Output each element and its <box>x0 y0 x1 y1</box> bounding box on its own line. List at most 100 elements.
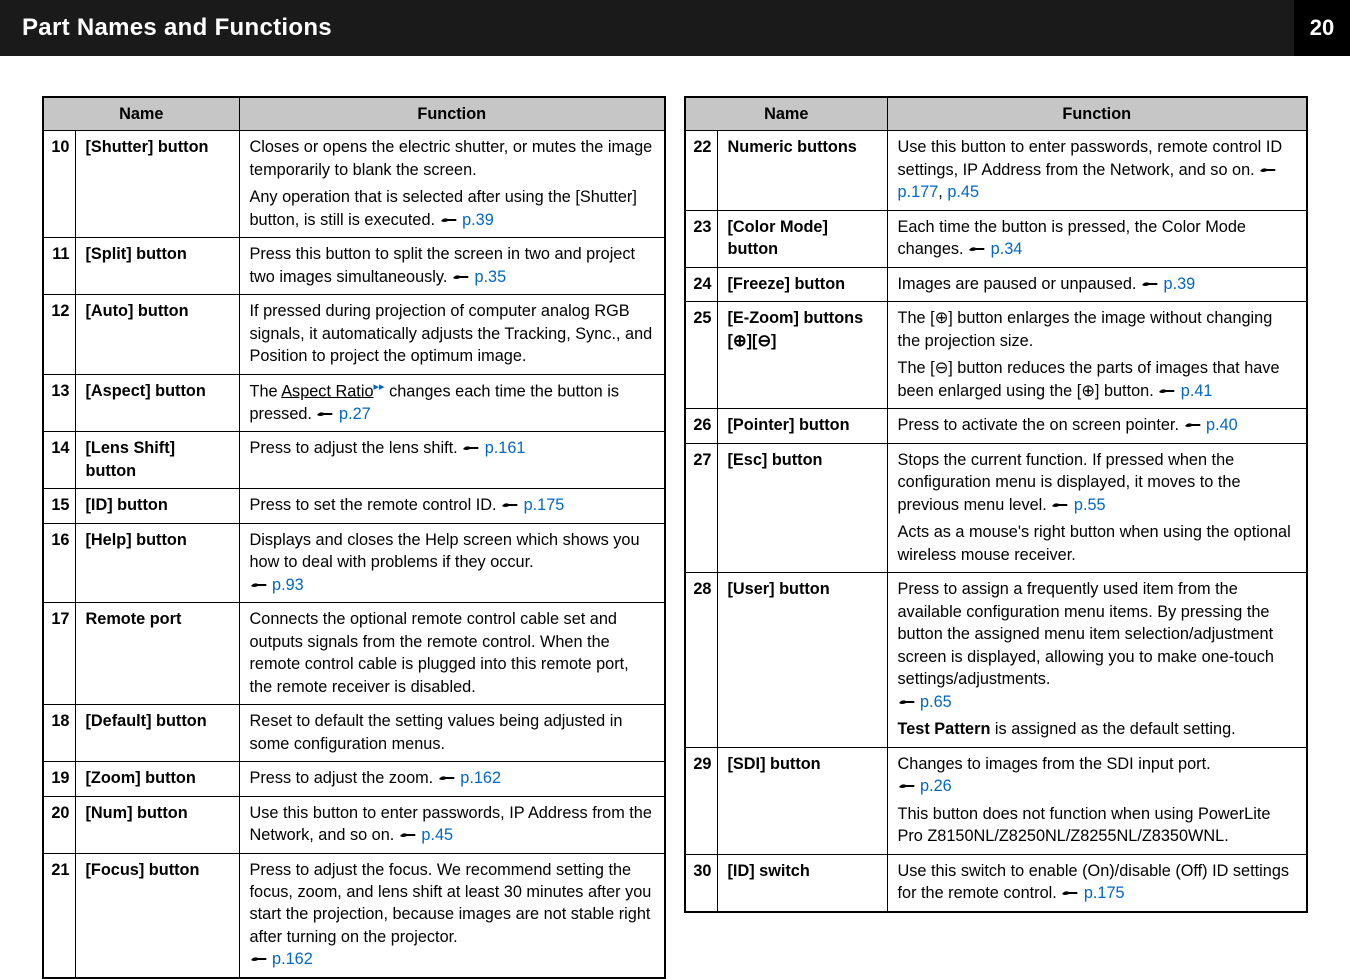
page-ref-link[interactable]: p.34 <box>991 240 1023 258</box>
part-function: The Aspect Ratio▸▸ changes each time the… <box>239 374 665 431</box>
part-name: [Color Mode] button <box>717 210 887 267</box>
part-function: Use this button to enter passwords, remo… <box>887 131 1307 210</box>
function-text: Use this button to enter passwords, remo… <box>898 136 1297 203</box>
page-ref-link[interactable]: p.45 <box>421 826 453 844</box>
part-function: Stops the current function. If pressed w… <box>887 443 1307 572</box>
part-function: Press to set the remote control ID. p.17… <box>239 489 665 523</box>
page-ref-link[interactable]: p.162 <box>460 769 501 787</box>
page-ref-link[interactable]: p.161 <box>485 439 526 457</box>
part-name: [Pointer] button <box>717 409 887 443</box>
table-row: 18[Default] buttonReset to default the s… <box>43 705 665 762</box>
page-ref-link[interactable]: p.175 <box>524 496 565 514</box>
table-row: 16[Help] buttonDisplays and closes the H… <box>43 523 665 602</box>
row-number: 27 <box>685 443 717 572</box>
part-name: [Zoom] button <box>75 762 239 796</box>
page-ref-link[interactable]: p.175 <box>1084 884 1125 902</box>
row-number: 12 <box>43 295 75 374</box>
row-number: 24 <box>685 267 717 301</box>
page-ref-link[interactable]: p.45 <box>947 183 979 201</box>
row-number: 28 <box>685 573 717 747</box>
function-text: The [⊖] button reduces the parts of imag… <box>898 357 1297 402</box>
function-text: Press to adjust the focus. We recommend … <box>250 859 655 971</box>
function-text: Displays and closes the Help screen whic… <box>250 529 655 596</box>
table-row: 10[Shutter] buttonCloses or opens the el… <box>43 131 665 238</box>
row-number: 20 <box>43 796 75 853</box>
right-column: Name Function 22Numeric buttonsUse this … <box>684 96 1308 979</box>
page-ref-link[interactable]: p.41 <box>1181 382 1213 400</box>
function-text: Any operation that is selected after usi… <box>250 186 655 231</box>
table-row: 27[Esc] buttonStops the current function… <box>685 443 1307 572</box>
row-number: 22 <box>685 131 717 210</box>
part-function: Changes to images from the SDI input por… <box>887 747 1307 854</box>
table-row: 13[Aspect] buttonThe Aspect Ratio▸▸ chan… <box>43 374 665 431</box>
page-ref-link[interactable]: p.39 <box>462 211 494 229</box>
table-row: 29[SDI] buttonChanges to images from the… <box>685 747 1307 854</box>
part-function: Images are paused or unpaused. p.39 <box>887 267 1307 301</box>
table-row: 24[Freeze] buttonImages are paused or un… <box>685 267 1307 301</box>
part-name: [Shutter] button <box>75 131 239 238</box>
table-row: 20[Num] buttonUse this button to enter p… <box>43 796 665 853</box>
part-name: [Freeze] button <box>717 267 887 301</box>
page-ref-link[interactable]: p.65 <box>920 693 952 711</box>
left-column: Name Function 10[Shutter] buttonCloses o… <box>42 96 666 979</box>
table-row: 15[ID] buttonPress to set the remote con… <box>43 489 665 523</box>
row-number: 18 <box>43 705 75 762</box>
page-ref-link[interactable]: p.35 <box>474 268 506 286</box>
page-ref-link[interactable]: p.162 <box>272 950 313 968</box>
page-ref-link[interactable]: p.93 <box>272 576 304 594</box>
part-name: [Lens Shift] button <box>75 432 239 489</box>
page-ref-link[interactable]: p.40 <box>1206 416 1238 434</box>
part-name: Numeric buttons <box>717 131 887 210</box>
part-name: [Focus] button <box>75 853 239 978</box>
part-name: [Help] button <box>75 523 239 602</box>
page-title: Part Names and Functions <box>22 14 332 42</box>
table-row: 12[Auto] buttonIf pressed during project… <box>43 295 665 374</box>
table-row: 21[Focus] buttonPress to adjust the focu… <box>43 853 665 978</box>
function-text: The Aspect Ratio▸▸ changes each time the… <box>250 380 655 425</box>
function-text: Changes to images from the SDI input por… <box>898 753 1297 798</box>
part-name: Remote port <box>75 603 239 705</box>
table-row: 30[ID] switchUse this switch to enable (… <box>685 854 1307 911</box>
row-number: 10 <box>43 131 75 238</box>
row-number: 11 <box>43 238 75 295</box>
table-row: 19[Zoom] buttonPress to adjust the zoom.… <box>43 762 665 796</box>
page-ref-link[interactable]: p.55 <box>1074 496 1106 514</box>
part-function: Press to assign a frequently used item f… <box>887 573 1307 747</box>
part-function: Displays and closes the Help screen whic… <box>239 523 665 602</box>
part-name: [Auto] button <box>75 295 239 374</box>
part-name: [E-Zoom] buttons[⊕][⊖] <box>717 302 887 409</box>
page-ref-link[interactable]: p.27 <box>339 405 371 423</box>
glossary-link[interactable]: Aspect Ratio <box>281 382 373 400</box>
page-ref-link[interactable]: p.177 <box>898 183 939 201</box>
row-number: 25 <box>685 302 717 409</box>
row-number: 30 <box>685 854 717 911</box>
part-function: Reset to default the setting values bein… <box>239 705 665 762</box>
col-header-name: Name <box>685 97 887 131</box>
function-text: This button does not function when using… <box>898 803 1297 848</box>
part-function: The [⊕] button enlarges the image withou… <box>887 302 1307 409</box>
function-text: Each time the button is pressed, the Col… <box>898 216 1297 261</box>
page-header: Part Names and Functions 20 <box>0 0 1350 56</box>
function-text: Test Pattern is assigned as the default … <box>898 718 1297 740</box>
table-row: 11[Split] buttonPress this button to spl… <box>43 238 665 295</box>
row-number: 15 <box>43 489 75 523</box>
row-number: 13 <box>43 374 75 431</box>
part-name: [User] button <box>717 573 887 747</box>
part-function: Use this button to enter passwords, IP A… <box>239 796 665 853</box>
part-name: [Num] button <box>75 796 239 853</box>
part-function: Use this switch to enable (On)/disable (… <box>887 854 1307 911</box>
function-text: Use this button to enter passwords, IP A… <box>250 802 655 847</box>
page-ref-link[interactable]: p.39 <box>1164 275 1196 293</box>
row-number: 16 <box>43 523 75 602</box>
page-number: 20 <box>1294 0 1350 56</box>
row-number: 17 <box>43 603 75 705</box>
function-text: Press this button to split the screen in… <box>250 243 655 288</box>
part-function: Press to adjust the lens shift. p.161 <box>239 432 665 489</box>
table-row: 23[Color Mode] buttonEach time the butto… <box>685 210 1307 267</box>
part-name: [Esc] button <box>717 443 887 572</box>
page-ref-link[interactable]: p.26 <box>920 777 952 795</box>
part-function: Each time the button is pressed, the Col… <box>887 210 1307 267</box>
col-header-function: Function <box>887 97 1307 131</box>
row-number: 14 <box>43 432 75 489</box>
row-number: 21 <box>43 853 75 978</box>
